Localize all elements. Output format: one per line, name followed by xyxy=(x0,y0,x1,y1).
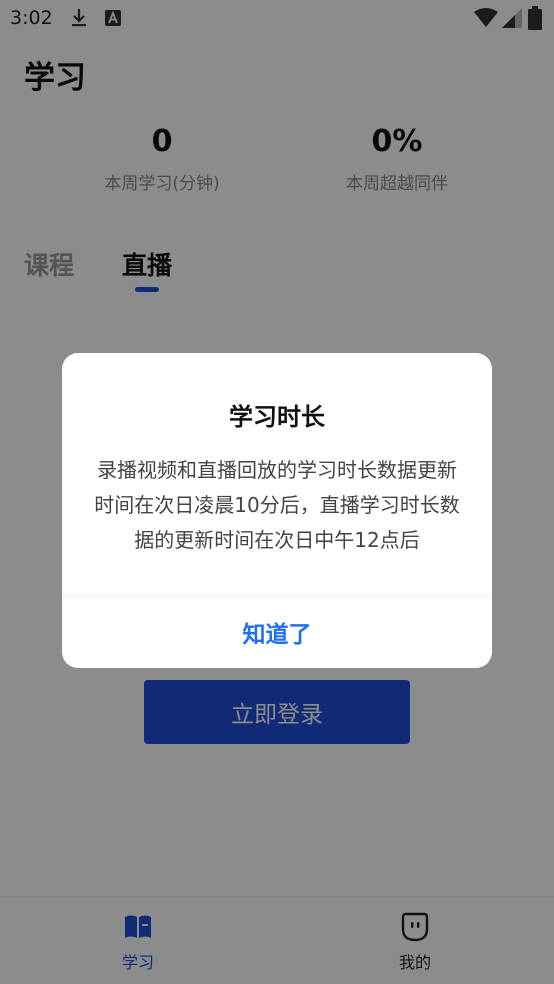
screen: 3:02 学习 0 本周学习(分钟) 0% 本周超越同伴 课程 直播 立即登录 … xyxy=(0,0,554,984)
dialog-message: 录播视频和直播回放的学习时长数据更新时间在次日凌晨10分后，直播学习时长数据的更… xyxy=(94,458,460,552)
dialog-confirm-button[interactable]: 知道了 xyxy=(62,596,492,668)
dialog-title: 学习时长 xyxy=(229,403,325,431)
study-duration-dialog: 学习时长 录播视频和直播回放的学习时长数据更新时间在次日凌晨10分后，直播学习时… xyxy=(62,353,492,668)
